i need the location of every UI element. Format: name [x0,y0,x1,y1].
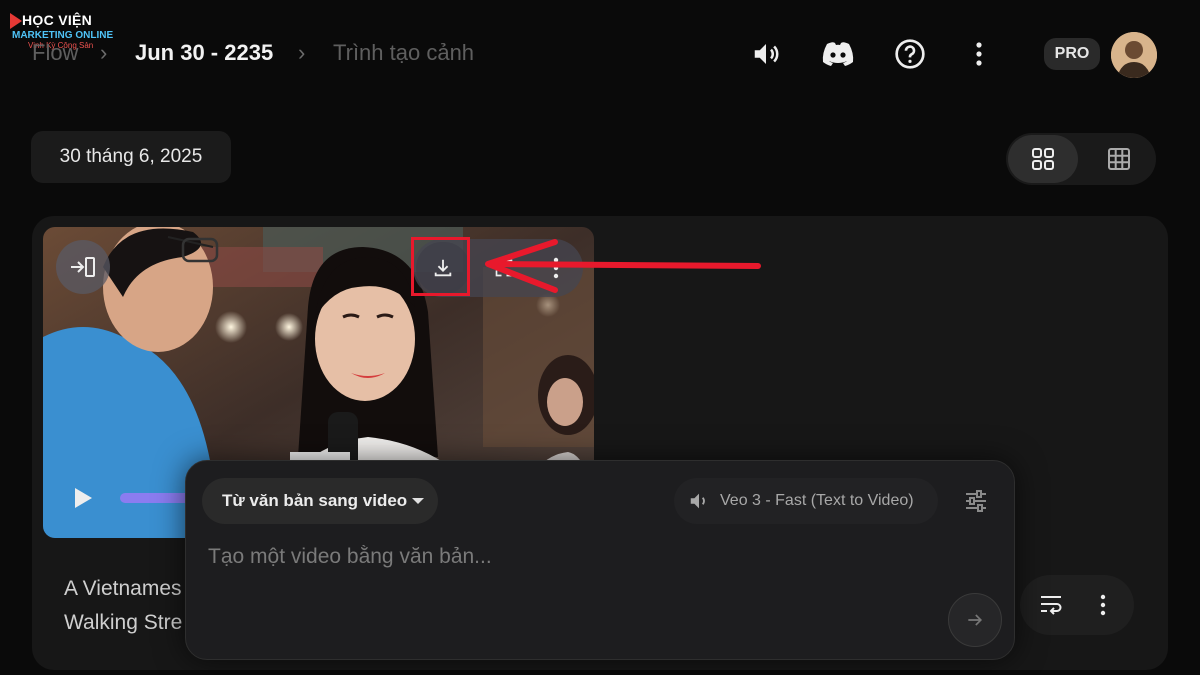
avatar[interactable] [1111,32,1157,78]
caret-down-icon [412,498,424,504]
arrow-right-icon [968,614,983,626]
date-chip: 30 tháng 6, 2025 [31,131,231,183]
grid-small-icon[interactable] [1084,135,1154,183]
model-selector[interactable]: Veo 3 - Fast (Text to Video) [674,478,938,524]
help-icon[interactable] [889,33,931,75]
discord-icon[interactable] [817,33,859,75]
generation-mode-label: Từ văn bản sang video [222,491,408,510]
play-icon[interactable] [72,486,94,510]
speaker-icon [690,493,705,509]
add-to-scene-button[interactable] [56,240,110,294]
card-options-bar [1020,575,1134,635]
generation-mode-dropdown[interactable]: Từ văn bản sang video [202,478,438,524]
highlight-box [411,237,470,296]
caption-line2: Walking Stre [64,611,183,634]
more-vert-icon[interactable] [1082,584,1124,626]
pro-badge[interactable]: PRO [1044,38,1100,70]
breadcrumb-project[interactable]: Jun 30 - 2235 [135,40,273,66]
grid-large-icon[interactable] [1008,135,1078,183]
video-caption: A Vietnames Walking Stre [64,572,182,640]
wrap-text-icon[interactable] [1030,584,1072,626]
send-button[interactable] [948,593,1002,647]
more-vert-icon[interactable] [958,33,1000,75]
prompt-panel: Từ văn bản sang video Veo 3 - Fast (Text… [185,460,1015,660]
breadcrumb-chevron-icon: › [298,40,306,65]
red-arrow-annotation [485,239,761,293]
breadcrumb-chevron-icon: › [100,40,108,65]
view-toggle [1006,133,1156,185]
caption-line1: A Vietnames [64,577,182,600]
speaker-icon[interactable] [745,33,787,75]
watermark-line1: HỌC VIỆN [22,12,93,28]
breadcrumb-root[interactable]: Flow [32,40,78,66]
breadcrumb-page: Trình tạo cảnh [333,40,475,65]
logo-play-icon [10,13,22,29]
model-label: Veo 3 - Fast (Text to Video) [720,492,914,509]
settings-tune-icon[interactable] [958,483,994,519]
prompt-input[interactable] [206,541,910,573]
